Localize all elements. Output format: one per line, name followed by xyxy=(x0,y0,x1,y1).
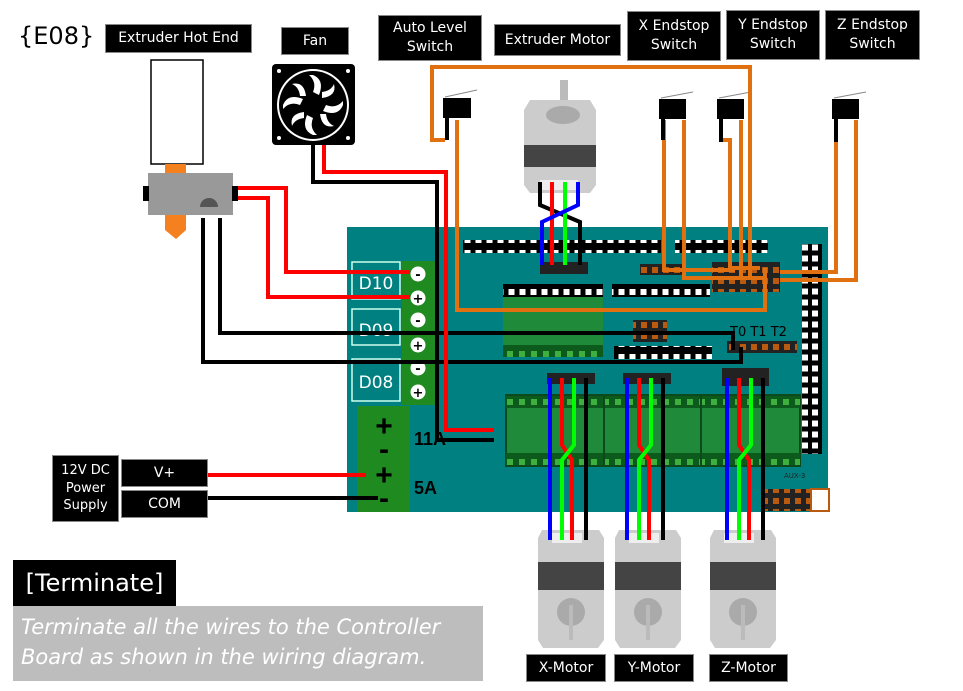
auto-level-switch-icon xyxy=(443,89,478,118)
d08-label: D08 xyxy=(359,373,394,393)
instruction-text: Terminate all the wires to the Controlle… xyxy=(13,606,483,681)
x-endstop-switch-icon xyxy=(659,91,694,119)
terminal-minus: - xyxy=(415,314,420,329)
terminal-minus: - xyxy=(415,362,420,377)
switch-icons xyxy=(443,89,867,119)
label-x-motor: X-Motor xyxy=(526,654,606,682)
terminal-plus: + xyxy=(413,386,424,401)
extruder-motor-icon xyxy=(524,80,596,193)
pin-header-vertical xyxy=(802,244,822,454)
terminal-plus: + xyxy=(413,292,424,307)
z-endstop-switch-icon xyxy=(832,91,867,119)
label-thermistors: T0 T1 T2 xyxy=(729,325,787,340)
label-power-supply: 12V DC Power Supply xyxy=(52,455,119,522)
aux-3-pins xyxy=(765,489,811,511)
pin-header xyxy=(614,346,712,359)
label-aux-3: AUX-3 xyxy=(784,472,805,480)
fan-icon xyxy=(272,64,355,145)
label-com: COM xyxy=(121,490,208,518)
label-v-plus: V+ xyxy=(121,459,208,487)
instruction-title: [Terminate] xyxy=(13,560,176,606)
y-motor-icon xyxy=(615,530,681,648)
terminal-plus: + xyxy=(413,339,424,354)
thermistor-pins xyxy=(727,341,797,353)
pin-header xyxy=(675,240,768,253)
x-motor-icon xyxy=(538,530,604,648)
power-minus-5a: - xyxy=(379,482,389,515)
d10-label: D10 xyxy=(359,274,394,294)
z-motor-icon xyxy=(710,530,776,648)
label-z-motor: Z-Motor xyxy=(709,654,788,682)
pin-header xyxy=(503,284,603,297)
y-endstop-switch-icon xyxy=(717,91,752,119)
label-y-motor: Y-Motor xyxy=(614,654,694,682)
extruder-hot-end xyxy=(143,59,238,239)
pin-header xyxy=(463,240,661,253)
label-5a: 5A xyxy=(414,478,437,498)
pin-header xyxy=(612,284,710,297)
terminal-minus: - xyxy=(415,268,420,283)
